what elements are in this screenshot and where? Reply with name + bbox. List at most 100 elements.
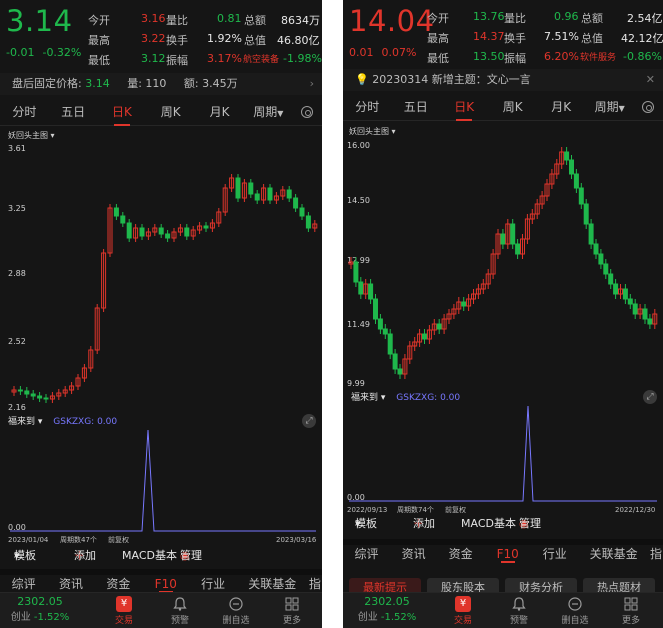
- period-label: 周期: [594, 100, 619, 114]
- expand-icon[interactable]: ⤢: [302, 414, 316, 428]
- template-label: 模板: [14, 549, 36, 562]
- sub-axis-bottom: 0.00: [347, 493, 365, 502]
- stat-value: 3.22: [141, 32, 166, 45]
- nav-alert-label: 预警: [170, 616, 189, 626]
- nav-trade-label: 交易: [453, 616, 472, 626]
- fixed-price-label: 盘后固定价格:: [12, 77, 82, 90]
- indicator-chart: 0.00 2022/09/13 周期数74个 前复权 2022/12/30: [343, 406, 663, 514]
- tab-related-funds[interactable]: 关联基金: [578, 545, 649, 561]
- tab-intraday[interactable]: 分时: [0, 100, 49, 125]
- nav-alert[interactable]: 预警: [499, 596, 539, 626]
- nav-more[interactable]: 更多: [272, 596, 312, 626]
- candle-body: [24, 390, 30, 395]
- stat-value: 7.51%: [544, 30, 579, 43]
- index-change: -1.52%: [380, 612, 417, 623]
- nav-trade[interactable]: ¥ 交易: [443, 596, 483, 626]
- stat-row-low: 最低 3.12 振幅 3.17% 航空装备 -1.98%: [88, 52, 322, 68]
- period-tabs: 分时 五日 日K 周K 月K 周期▼: [343, 95, 663, 121]
- tab-five-day[interactable]: 五日: [391, 95, 439, 120]
- tab-f10[interactable]: F10: [142, 575, 189, 593]
- grid-icon: [285, 597, 299, 611]
- index-name: 创业: [10, 612, 31, 623]
- indicator-chart: 0.00 2023/01/04 周期数47个 前复权 2023/03/16: [0, 430, 322, 544]
- tab-five-day[interactable]: 五日: [49, 100, 98, 125]
- nav-alert[interactable]: 预警: [160, 596, 200, 626]
- stat-label: 总值: [581, 32, 603, 45]
- candle-body: [377, 318, 383, 330]
- tab-industry[interactable]: 行业: [189, 575, 236, 591]
- tab-overview[interactable]: 综评: [343, 545, 390, 561]
- indicator-selector[interactable]: 福来到 ▾: [351, 393, 385, 403]
- chip-latest-tips[interactable]: 最新提示: [349, 578, 421, 592]
- axis-label-top: 3.61: [8, 144, 26, 153]
- tab-weekly-k[interactable]: 周K: [146, 100, 195, 125]
- left-stock-panel: 3.14 -0.01 -0.32% 今开 3.16 量比 0.81 总额 8634…: [0, 0, 322, 628]
- chart-settings-button[interactable]: [634, 95, 663, 120]
- axis-label-y1: 14.50: [347, 196, 370, 205]
- candle-body: [286, 189, 292, 199]
- tab-overview[interactable]: 综评: [0, 575, 47, 591]
- indicator-svg: 0.00 2022/09/13 周期数74个 前复权 2022/12/30: [347, 406, 657, 514]
- tab-index[interactable]: 指: [308, 575, 322, 591]
- macd-button[interactable]: MACD基本: [461, 512, 516, 536]
- sector-link[interactable]: 软件服务: [580, 50, 616, 63]
- after-hours-bar[interactable]: 盘后固定价格: 3.14 量: 110 额: 3.45万 ›: [0, 73, 322, 95]
- chip-shareholders[interactable]: 股东股本: [427, 578, 499, 592]
- candle-body: [397, 368, 403, 375]
- sector-link[interactable]: 航空装备: [243, 52, 279, 65]
- tab-industry[interactable]: 行业: [531, 545, 578, 561]
- tab-related-funds[interactable]: 关联基金: [237, 575, 308, 591]
- tab-news[interactable]: 资讯: [47, 575, 94, 591]
- candle-body: [43, 397, 49, 400]
- tab-f10[interactable]: F10: [484, 545, 531, 563]
- stat-row-high: 最高 3.22 换手 1.92% 总值 46.80亿: [88, 32, 320, 48]
- nav-remove-watch[interactable]: 删自选: [555, 596, 595, 626]
- indicator-name: 福来到: [351, 393, 379, 403]
- macd-button[interactable]: MACD基本: [122, 544, 177, 568]
- tab-monthly-k[interactable]: 月K: [537, 95, 585, 120]
- candle-body: [515, 243, 521, 255]
- tab-period[interactable]: 周期▼: [585, 95, 633, 120]
- index-value: 2302.05: [364, 595, 410, 608]
- tab-monthly-k[interactable]: 月K: [195, 100, 244, 125]
- tab-daily-k[interactable]: 日K: [440, 95, 488, 121]
- candle-body: [248, 182, 254, 195]
- index-ticker[interactable]: 2302.05 创业 -1.52%: [357, 595, 417, 623]
- candle-body: [603, 263, 609, 275]
- indicator-selector[interactable]: 福来到 ▾: [8, 417, 42, 427]
- axis-label-y1: 3.25: [8, 204, 26, 213]
- close-icon[interactable]: ✕: [646, 69, 655, 91]
- candle-body: [368, 283, 374, 300]
- kline-chart-area[interactable]: 妖回头主图 ▾ 16.00 14.50 12.99 11.49 9.99: [343, 124, 663, 390]
- tab-capital[interactable]: 资金: [95, 575, 142, 591]
- tab-intraday[interactable]: 分时: [343, 95, 391, 120]
- candle-body: [358, 281, 364, 295]
- tab-capital[interactable]: 资金: [437, 545, 484, 561]
- template-button[interactable]: 模板 ▾: [355, 512, 377, 536]
- nav-trade[interactable]: ¥ 交易: [104, 596, 144, 626]
- nav-more[interactable]: 更多: [611, 596, 651, 626]
- kline-chart-area[interactable]: 妖回头主图 ▾ 3.61 3.25 2.88 2.52 2.16: [0, 128, 322, 414]
- stat-label: 换手: [166, 34, 188, 47]
- theme-notice-text: 20230314 新增主题：文心一言: [372, 73, 531, 86]
- chart-settings-button[interactable]: [293, 100, 322, 125]
- nav-remove-watch[interactable]: 删自选: [216, 596, 256, 626]
- candle-body: [588, 223, 594, 245]
- stat-label: 量比: [504, 12, 526, 25]
- candle-body: [254, 193, 260, 201]
- tab-daily-k[interactable]: 日K: [98, 100, 147, 126]
- theme-notice-bar[interactable]: 💡 20230314 新增主题：文心一言 ✕: [343, 69, 663, 91]
- stat-label: 换手: [504, 32, 526, 45]
- tab-news[interactable]: 资讯: [390, 545, 437, 561]
- tab-period[interactable]: 周期▼: [244, 100, 293, 125]
- period-label: 周期: [253, 105, 278, 119]
- stat-value: 3.16: [141, 12, 166, 25]
- axis-label-y2: 2.88: [8, 269, 26, 278]
- tab-index[interactable]: 指: [649, 545, 663, 561]
- tab-weekly-k[interactable]: 周K: [488, 95, 536, 120]
- chip-hot-topics[interactable]: 热点题材: [583, 578, 655, 592]
- template-button[interactable]: 模板 ▾: [14, 544, 36, 568]
- chip-financials[interactable]: 财务分析: [505, 578, 577, 592]
- index-ticker[interactable]: 2302.05 创业 -1.52%: [10, 595, 70, 623]
- expand-icon[interactable]: ⤢: [643, 390, 657, 404]
